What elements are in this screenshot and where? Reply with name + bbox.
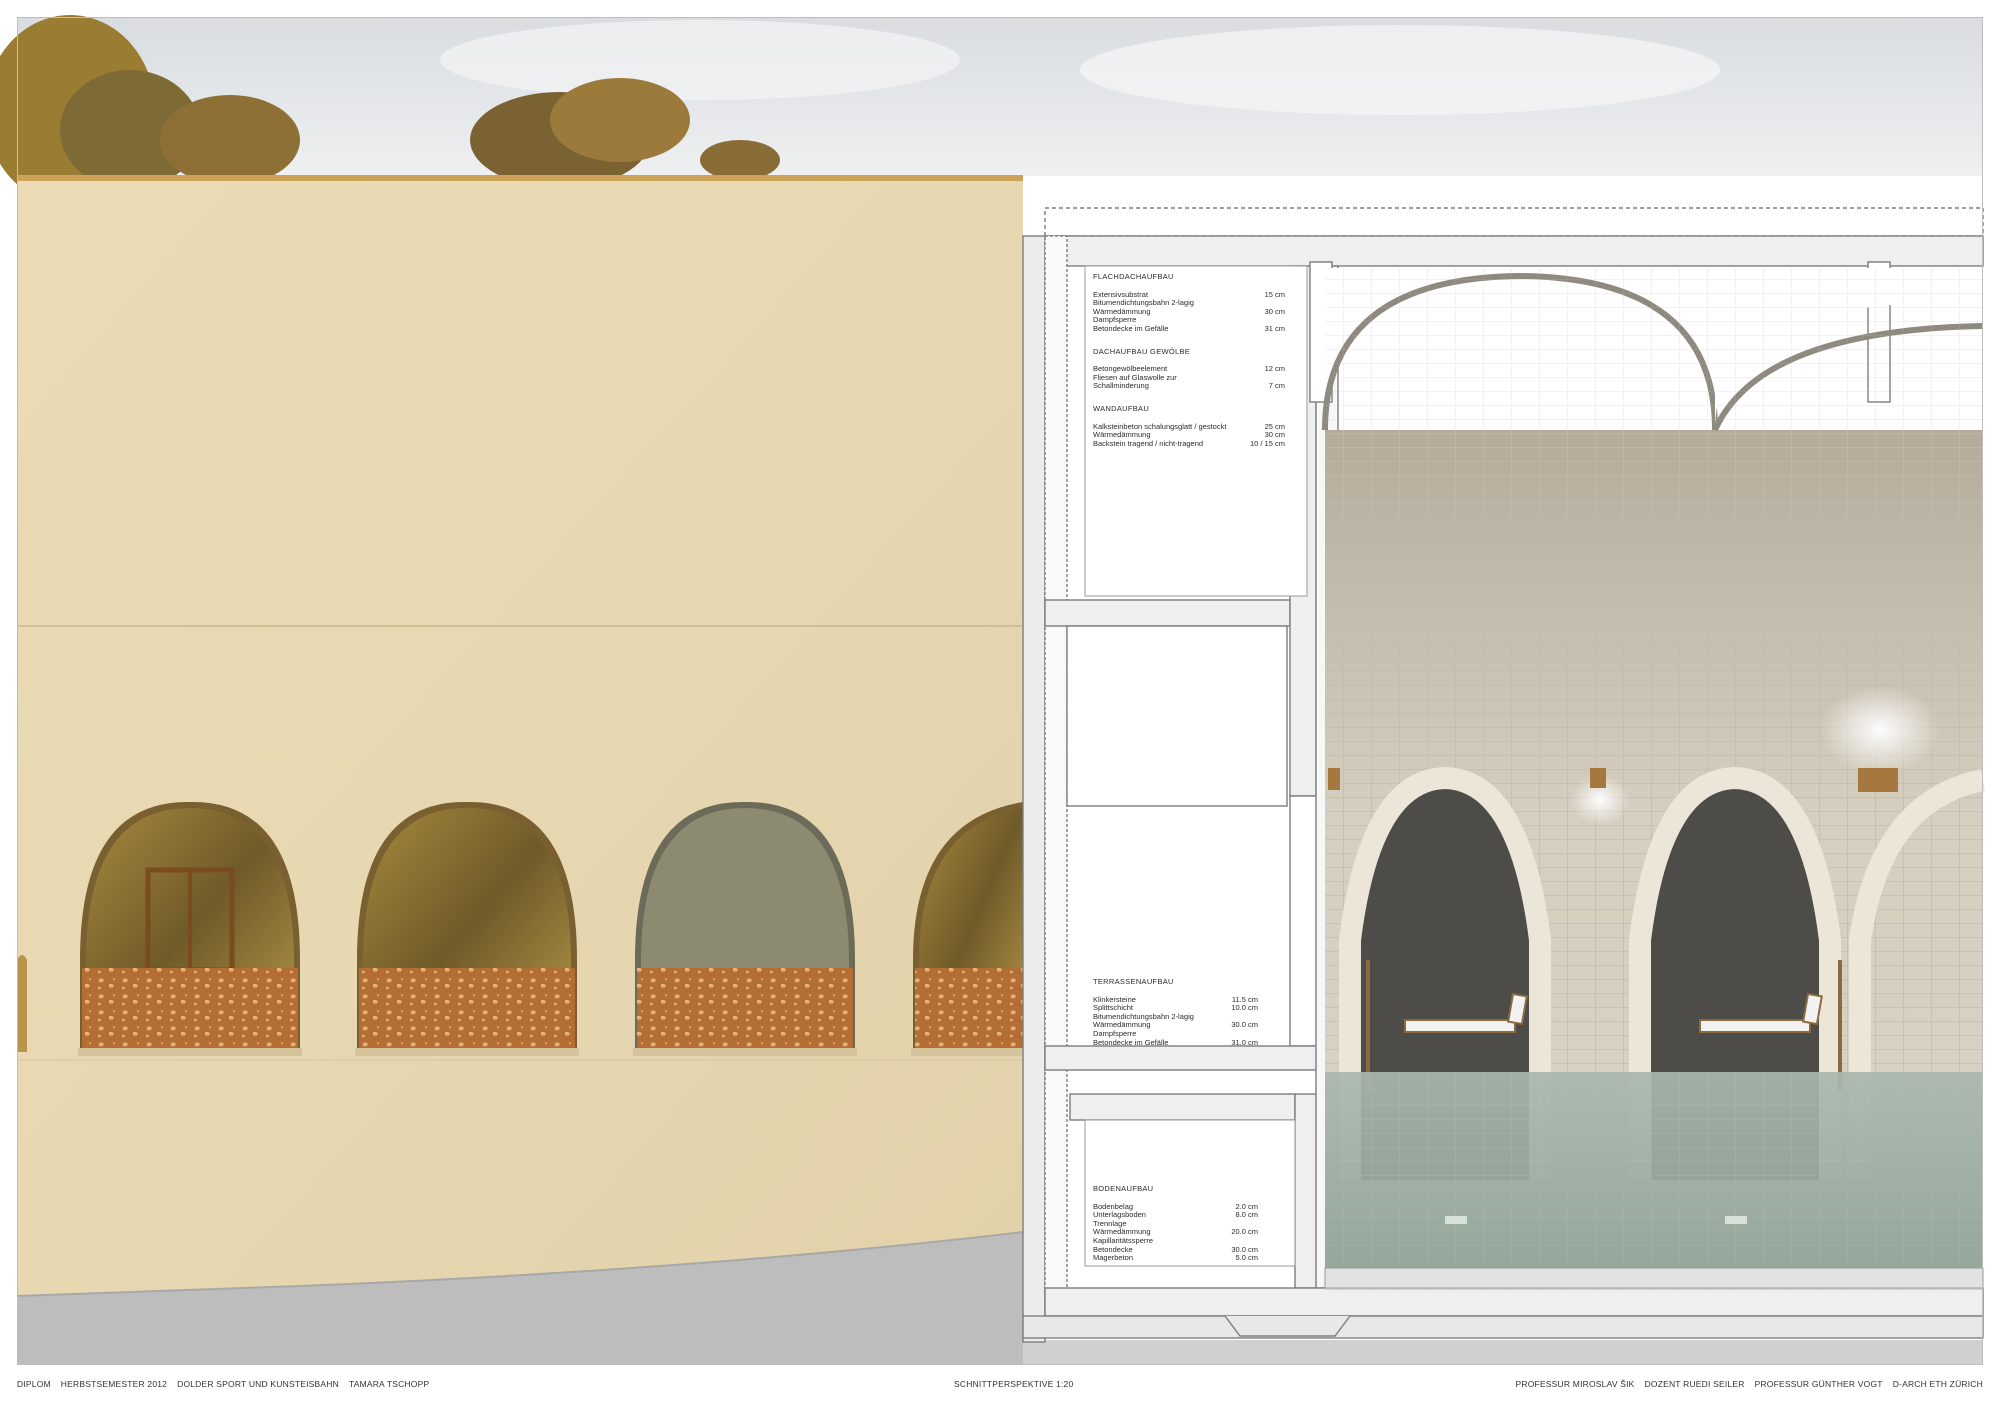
footer-right: PROFESSUR MIROSLAV ŠIK DOZENT RUEDI SEIL… bbox=[1516, 1379, 1983, 1389]
spec-row: Schallminderung 7 cm bbox=[1093, 381, 1285, 391]
wall-lamp bbox=[1590, 768, 1606, 788]
footer-author: TAMARA TSCHOPP bbox=[348, 1379, 430, 1389]
wall-lamp bbox=[1858, 768, 1898, 792]
footer-diplom: DIPLOM bbox=[17, 1379, 51, 1389]
footer-school: D-ARCH ETH ZÜRICH bbox=[1892, 1379, 1983, 1389]
spec-heading: BODENAUFBAU bbox=[1093, 1184, 1154, 1193]
spec-row: Betondecke im Gefälle 31 cm bbox=[1093, 323, 1285, 333]
spec-row: Magerbeton 5.0 cm bbox=[1093, 1253, 1258, 1263]
footer-professor-1: PROFESSUR MIROSLAV ŠIK bbox=[1515, 1379, 1635, 1389]
footer-semester: HERBSTSEMESTER 2012 bbox=[60, 1379, 168, 1389]
footer-project: DOLDER SPORT UND KUNSTEISBAHN bbox=[177, 1379, 339, 1389]
footer-left: DIPLOM HERBSTSEMESTER 2012 DOLDER SPORT … bbox=[17, 1379, 429, 1389]
spec-row: Betondecke im Gefälle 31.0 cm bbox=[1093, 1037, 1258, 1047]
roof-edge bbox=[17, 175, 1023, 181]
section-perspective-drawing bbox=[0, 15, 1986, 1364]
sky bbox=[17, 17, 1983, 177]
wall-lamp bbox=[1328, 768, 1340, 790]
drawing-sheet: FLACHDACHAUFBAU Extensivsubstrat 15 cm Bi… bbox=[0, 0, 2000, 1415]
spec-flat-roof: FLACHDACHAUFBAU Extensivsubstrat 15 cm Bi… bbox=[1093, 272, 1285, 462]
spec-heading: WANDAUFBAU bbox=[1093, 403, 1150, 413]
ground-under-section bbox=[1023, 1340, 1983, 1364]
spec-terrace: TERRASSENAUFBAU Klinkersteine 11.5 cm Spl… bbox=[1093, 977, 1258, 1061]
facade-wall bbox=[17, 176, 1023, 1296]
spec-floor: BODENAUFBAU Bodenbelag 2.0 cm Unterlagsbo… bbox=[1093, 1184, 1258, 1277]
footer-drawing-title: SCHNITTPERSPEKTIVE 1:20 bbox=[954, 1379, 1074, 1389]
footer-dozent: DOZENT RUEDI SEILER bbox=[1644, 1379, 1745, 1389]
spec-row: Backstein tragend / nicht-tragend 10 / 15… bbox=[1093, 438, 1285, 448]
spec-heading: DACHAUFBAU GEWÖLBE bbox=[1093, 346, 1191, 356]
spec-heading: TERRASSENAUFBAU bbox=[1093, 977, 1174, 986]
footer-professor-2: PROFESSUR GÜNTHER VOGT bbox=[1754, 1379, 1883, 1389]
spec-heading: FLACHDACHAUFBAU bbox=[1093, 272, 1174, 281]
title-block: DIPLOM HERBSTSEMESTER 2012 DOLDER SPORT … bbox=[17, 1379, 1983, 1393]
swimming-hall bbox=[1322, 268, 1986, 1290]
